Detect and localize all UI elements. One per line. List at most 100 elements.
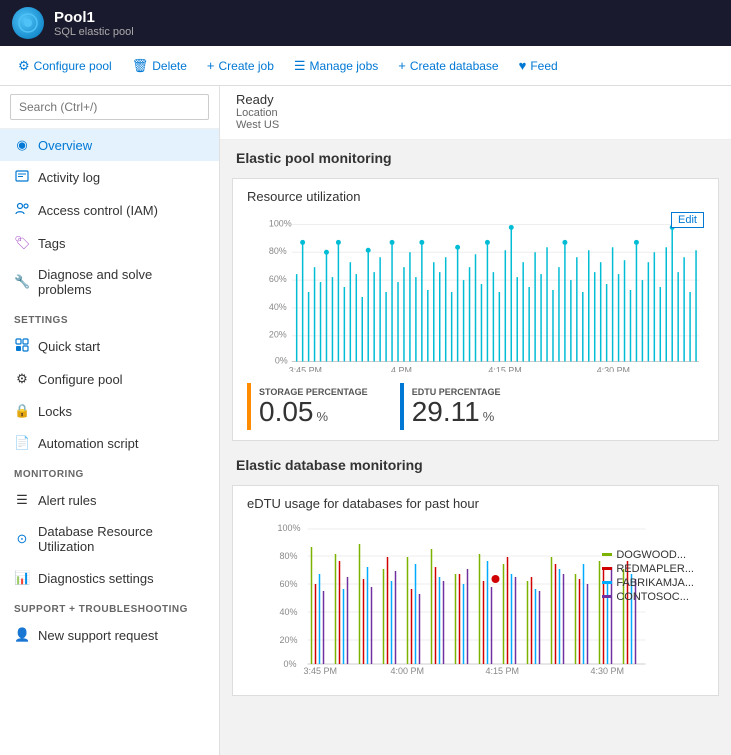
svg-text:100%: 100% — [269, 218, 292, 228]
metrics-row: STORAGE PERCENTAGE 0.05 % EDTU PERCENTAG… — [247, 383, 704, 430]
chart-legend: DOGWOOD... REDMAPLER... FABRIKAMJA... CO… — [602, 549, 694, 603]
legend-dogwood: DOGWOOD... — [602, 549, 694, 561]
fabrikam-color — [602, 581, 612, 584]
status-location-label: Location — [236, 107, 715, 119]
configure-sidebar-icon: ⚙ — [14, 371, 30, 387]
quickstart-icon — [14, 338, 30, 355]
main-layout: ◉ Overview Activity log Access control (… — [0, 86, 731, 755]
svg-text:0%: 0% — [284, 659, 297, 669]
configure-pool-button[interactable]: ⚙ Configure pool — [10, 53, 120, 79]
storage-value: 0.05 — [259, 398, 314, 426]
sidebar-item-diagnostics[interactable]: 📊 Diagnostics settings — [0, 562, 219, 594]
db-resource-icon: ⊙ — [14, 531, 30, 547]
svg-text:4:30 PM: 4:30 PM — [591, 666, 625, 674]
resource-util-chart-container: Edit 100% 80% 60% 40% 20% 0% — [247, 212, 704, 375]
top-header: Pool1 SQL elastic pool — [0, 0, 731, 46]
storage-metric: STORAGE PERCENTAGE 0.05 % — [247, 383, 380, 430]
status-bar: Ready Location West US — [220, 86, 731, 140]
resource-util-chart: 100% 80% 60% 40% 20% 0% — [247, 212, 704, 372]
sidebar-item-quickstart[interactable]: Quick start — [0, 330, 219, 363]
svg-text:20%: 20% — [280, 635, 298, 645]
svg-text:40%: 40% — [280, 607, 298, 617]
support-icon: 👤 — [14, 627, 30, 643]
delete-icon: 🗑 — [132, 58, 149, 74]
svg-text:20%: 20% — [269, 330, 287, 340]
status-location-value: West US — [236, 119, 715, 131]
app-logo — [12, 7, 44, 39]
locks-icon: 🔒 — [14, 403, 30, 419]
svg-text:4:15 PM: 4:15 PM — [486, 666, 520, 674]
edtu-chart-container: DOGWOOD... REDMAPLER... FABRIKAMJA... CO… — [247, 519, 704, 677]
edtu-usage-title: eDTU usage for databases for past hour — [247, 496, 704, 511]
redmapler-color — [602, 567, 612, 570]
sidebar-item-configure[interactable]: ⚙ Configure pool — [0, 363, 219, 395]
sidebar-item-alert-rules[interactable]: ☰ Alert rules — [0, 484, 219, 516]
diagnose-icon: 🔧 — [14, 274, 30, 290]
resource-utilization-card: Resource utilization Edit 100% 80% 60% 4… — [232, 178, 719, 441]
sidebar-item-iam[interactable]: Access control (IAM) — [0, 194, 219, 227]
sidebar-item-automation[interactable]: 📄 Automation script — [0, 427, 219, 459]
storage-unit: % — [317, 409, 329, 424]
tags-icon: 🏷 — [14, 235, 30, 251]
sidebar: ◉ Overview Activity log Access control (… — [0, 86, 220, 755]
svg-text:3:45 PM: 3:45 PM — [289, 365, 322, 372]
svg-text:80%: 80% — [280, 551, 298, 561]
edit-chart-button[interactable]: Edit — [671, 212, 704, 228]
edtu-metric: EDTU PERCENTAGE 29.11 % — [400, 383, 513, 430]
activity-log-icon — [14, 169, 30, 186]
edtu-value: 29.11 — [412, 398, 480, 426]
svg-text:4:15 PM: 4:15 PM — [488, 365, 521, 372]
svg-text:80%: 80% — [269, 246, 287, 256]
svg-text:40%: 40% — [269, 302, 287, 312]
svg-text:0%: 0% — [275, 356, 288, 366]
elastic-db-monitoring-title: Elastic database monitoring — [220, 447, 731, 479]
delete-button[interactable]: 🗑 Delete — [124, 53, 195, 79]
sidebar-item-support-request[interactable]: 👤 New support request — [0, 619, 219, 651]
status-ready: Ready — [236, 92, 715, 107]
settings-section-label: SETTINGS — [0, 305, 219, 330]
legend-contoso: CONTOSOC... — [602, 591, 694, 603]
iam-icon — [14, 202, 30, 219]
configure-icon: ⚙ — [18, 58, 30, 74]
svg-text:60%: 60% — [280, 579, 298, 589]
toolbar: ⚙ Configure pool 🗑 Delete + Create job ☰… — [0, 46, 731, 86]
search-box — [0, 86, 219, 129]
plus-icon: + — [207, 58, 215, 73]
legend-redmapler: REDMAPLER... — [602, 563, 694, 575]
svg-text:4:30 PM: 4:30 PM — [597, 365, 630, 372]
elastic-pool-monitoring-title: Elastic pool monitoring — [220, 140, 731, 172]
diagnostics-icon: 📊 — [14, 570, 30, 586]
svg-text:3:45 PM: 3:45 PM — [304, 666, 338, 674]
edtu-unit: % — [483, 409, 495, 424]
sidebar-item-db-resource[interactable]: ⊙ Database Resource Utilization — [0, 516, 219, 562]
sidebar-item-overview[interactable]: ◉ Overview — [0, 129, 219, 161]
title-block: Pool1 SQL elastic pool — [54, 9, 134, 38]
plus2-icon: + — [398, 58, 406, 73]
alert-rules-icon: ☰ — [14, 492, 30, 508]
content-area: Ready Location West US Elastic pool moni… — [220, 86, 731, 755]
sidebar-item-locks[interactable]: 🔒 Locks — [0, 395, 219, 427]
feed-button[interactable]: ♥ Feed — [511, 53, 566, 78]
manage-jobs-button[interactable]: ☰ Manage jobs — [286, 53, 386, 79]
resource-util-title: Resource utilization — [247, 189, 704, 204]
svg-text:100%: 100% — [278, 523, 301, 533]
pool-subtitle: SQL elastic pool — [54, 26, 134, 38]
contoso-color — [602, 595, 612, 598]
edtu-usage-card: eDTU usage for databases for past hour D… — [232, 485, 719, 696]
svg-text:60%: 60% — [269, 274, 287, 284]
automation-icon: 📄 — [14, 435, 30, 451]
sidebar-item-diagnose[interactable]: 🔧 Diagnose and solve problems — [0, 259, 219, 305]
create-job-button[interactable]: + Create job — [199, 53, 282, 78]
heart-icon: ♥ — [519, 58, 527, 73]
dogwood-color — [602, 553, 612, 556]
sidebar-item-tags[interactable]: 🏷 Tags — [0, 227, 219, 259]
search-input[interactable] — [10, 94, 209, 120]
pool-title: Pool1 — [54, 9, 134, 26]
svg-text:4:00 PM: 4:00 PM — [391, 666, 425, 674]
create-database-button[interactable]: + Create database — [390, 53, 506, 78]
svg-text:4 PM: 4 PM — [391, 365, 412, 372]
monitoring-section-label: MONITORING — [0, 459, 219, 484]
list-icon: ☰ — [294, 58, 306, 74]
support-section-label: SUPPORT + TROUBLESHOOTING — [0, 594, 219, 619]
sidebar-item-activity-log[interactable]: Activity log — [0, 161, 219, 194]
